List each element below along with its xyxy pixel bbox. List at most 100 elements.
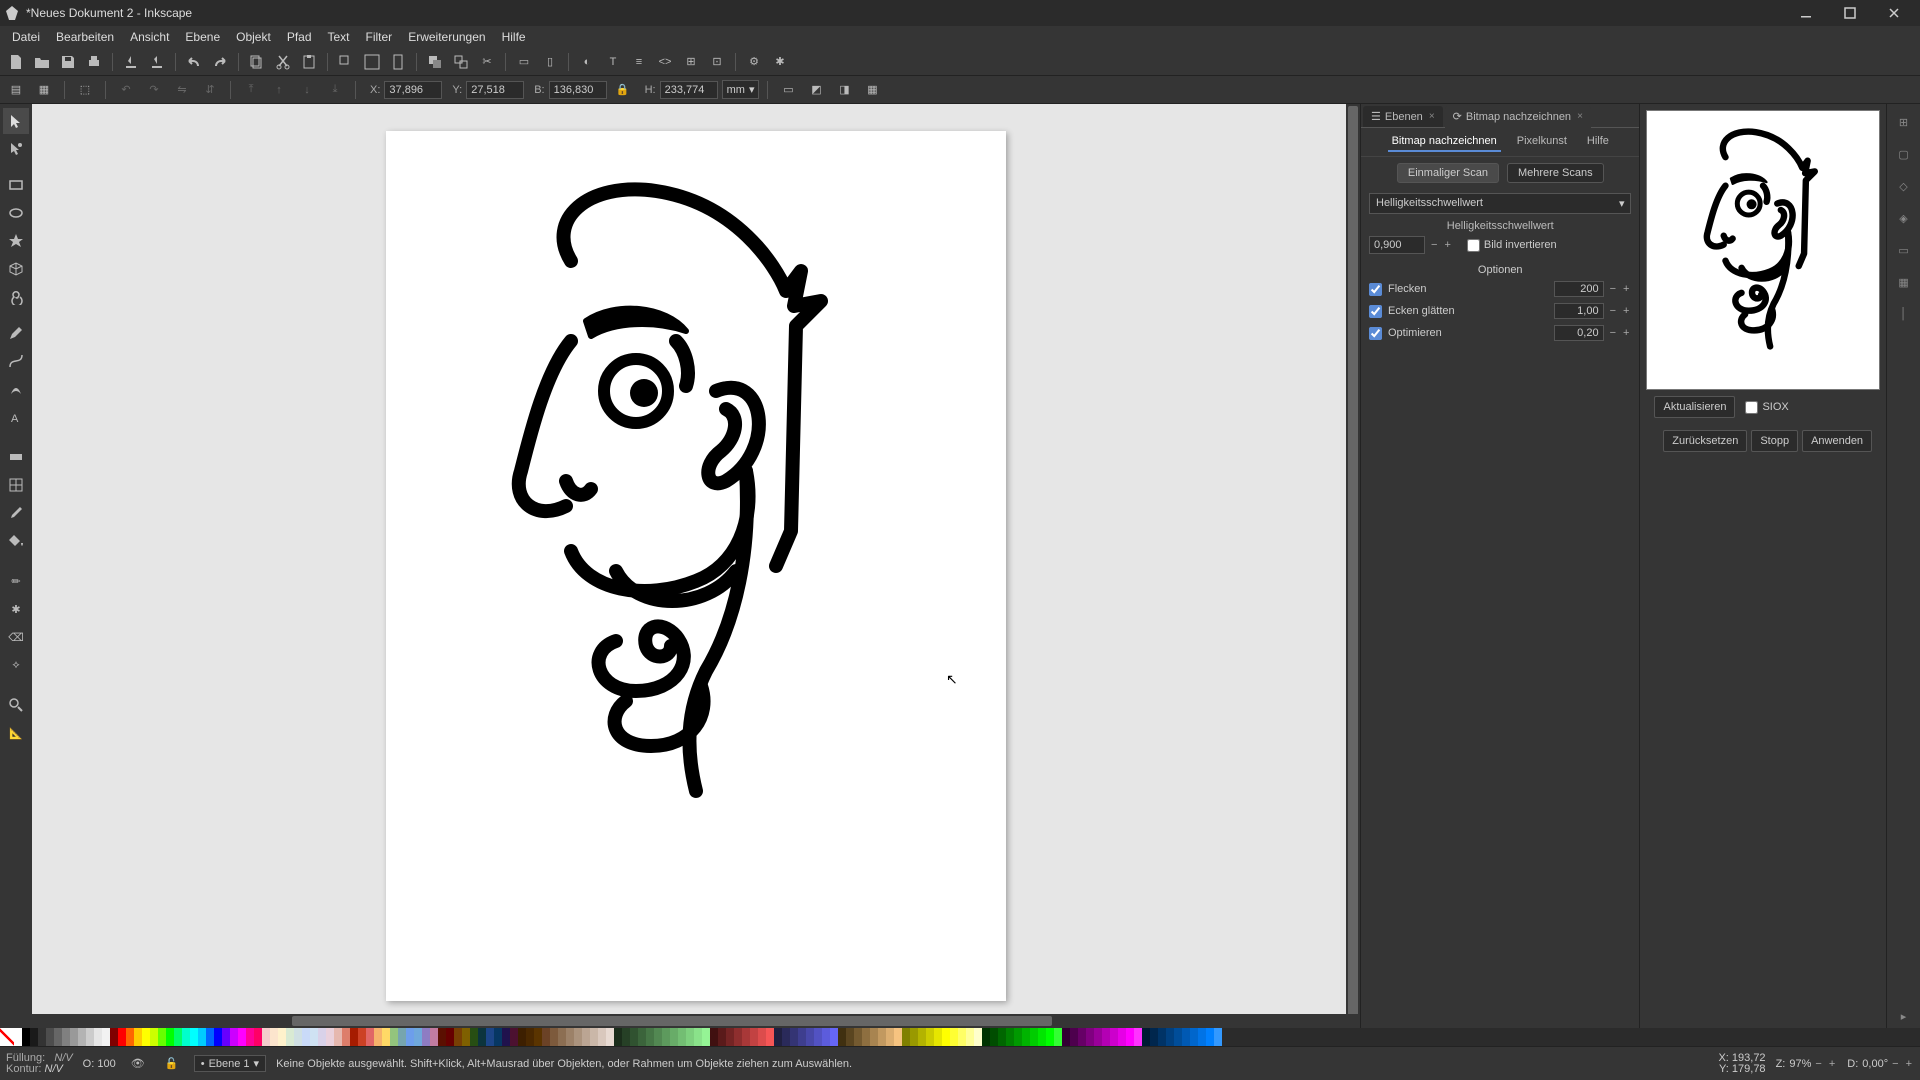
color-swatch[interactable]	[1070, 1028, 1078, 1046]
color-swatch[interactable]	[662, 1028, 670, 1046]
color-swatch[interactable]	[1062, 1028, 1070, 1046]
color-swatch[interactable]	[502, 1028, 510, 1046]
xml-editor-button[interactable]: <>	[653, 50, 677, 74]
spray-tool[interactable]: ✱	[3, 596, 29, 622]
tweak-tool[interactable]: ✏	[3, 568, 29, 594]
color-swatch[interactable]	[1030, 1028, 1038, 1046]
color-swatch[interactable]	[262, 1028, 270, 1046]
close-icon[interactable]: ×	[1577, 111, 1583, 122]
color-swatch[interactable]	[214, 1028, 222, 1046]
stop-button[interactable]: Stopp	[1751, 430, 1798, 452]
apply-button[interactable]: Anwenden	[1802, 430, 1872, 452]
color-swatch[interactable]	[894, 1028, 902, 1046]
color-swatch[interactable]	[118, 1028, 126, 1046]
3dbox-tool[interactable]	[3, 256, 29, 282]
color-swatch[interactable]	[158, 1028, 166, 1046]
color-swatch[interactable]	[1086, 1028, 1094, 1046]
color-swatch[interactable]	[822, 1028, 830, 1046]
color-swatch[interactable]	[150, 1028, 158, 1046]
color-swatch[interactable]	[1190, 1028, 1198, 1046]
color-swatch[interactable]	[1150, 1028, 1158, 1046]
snap-bbox-icon[interactable]: ▢	[1892, 142, 1916, 166]
color-swatch[interactable]	[1094, 1028, 1102, 1046]
color-swatch[interactable]	[342, 1028, 350, 1046]
color-swatch[interactable]	[710, 1028, 718, 1046]
color-swatch[interactable]	[1038, 1028, 1046, 1046]
color-swatch[interactable]	[78, 1028, 86, 1046]
color-swatch[interactable]	[254, 1028, 262, 1046]
color-swatch[interactable]	[1110, 1028, 1118, 1046]
multi-scan-button[interactable]: Mehrere Scans	[1507, 163, 1604, 183]
color-swatch[interactable]	[1214, 1028, 1222, 1046]
invert-checkbox-row[interactable]: Bild invertieren	[1467, 239, 1557, 252]
new-doc-button[interactable]	[4, 50, 28, 74]
color-swatch[interactable]	[678, 1028, 686, 1046]
maximize-button[interactable]	[1828, 0, 1872, 26]
spiral-tool[interactable]	[3, 284, 29, 310]
color-swatch[interactable]	[358, 1028, 366, 1046]
color-swatch[interactable]	[886, 1028, 894, 1046]
eraser-tool[interactable]: ⌫	[3, 624, 29, 650]
snap-toggle-icon[interactable]: ⊞	[1892, 110, 1916, 134]
color-swatch[interactable]	[222, 1028, 230, 1046]
speckles-input[interactable]	[1554, 281, 1604, 297]
flip-v-button[interactable]: ⇵	[198, 78, 222, 102]
color-swatch[interactable]	[806, 1028, 814, 1046]
color-swatch[interactable]	[126, 1028, 134, 1046]
color-swatch[interactable]	[182, 1028, 190, 1046]
color-swatch[interactable]	[406, 1028, 414, 1046]
color-palette[interactable]	[0, 1028, 1920, 1046]
color-swatch[interactable]	[1102, 1028, 1110, 1046]
color-swatch[interactable]	[622, 1028, 630, 1046]
color-swatch[interactable]	[526, 1028, 534, 1046]
select-all-layers-button[interactable]: ▤	[4, 78, 28, 102]
color-swatch[interactable]	[422, 1028, 430, 1046]
color-swatch[interactable]	[1198, 1028, 1206, 1046]
color-swatch[interactable]	[830, 1028, 838, 1046]
color-swatch[interactable]	[1158, 1028, 1166, 1046]
color-swatch[interactable]	[1046, 1028, 1054, 1046]
color-swatch[interactable]	[694, 1028, 702, 1046]
paste-button[interactable]	[297, 50, 321, 74]
color-swatch[interactable]	[1206, 1028, 1214, 1046]
color-swatch[interactable]	[766, 1028, 774, 1046]
node-tool[interactable]	[3, 136, 29, 162]
smooth-checkbox[interactable]	[1369, 305, 1382, 318]
zoom-drawing-button[interactable]	[360, 50, 384, 74]
lock-toggle-icon[interactable]: 🔓	[160, 1052, 184, 1076]
undo-button[interactable]	[182, 50, 206, 74]
ellipse-tool[interactable]	[3, 200, 29, 226]
color-swatch[interactable]	[814, 1028, 822, 1046]
tab-layers[interactable]: ☰ Ebenen×	[1363, 106, 1443, 127]
rotation-control[interactable]: D: 0,00° − +	[1847, 1058, 1914, 1070]
color-swatch[interactable]	[326, 1028, 334, 1046]
scale-stroke-button[interactable]: ▭	[776, 78, 800, 102]
color-swatch[interactable]	[966, 1028, 974, 1046]
color-swatch[interactable]	[478, 1028, 486, 1046]
siox-checkbox[interactable]	[1745, 401, 1758, 414]
color-swatch[interactable]	[38, 1028, 46, 1046]
zoom-page-button[interactable]	[386, 50, 410, 74]
color-swatch[interactable]	[30, 1028, 38, 1046]
subtab-help[interactable]: Hilfe	[1583, 132, 1613, 152]
snap-grid-icon[interactable]: ▦	[1892, 270, 1916, 294]
color-swatch[interactable]	[246, 1028, 254, 1046]
color-swatch[interactable]	[230, 1028, 238, 1046]
color-swatch[interactable]	[270, 1028, 278, 1046]
color-swatch[interactable]	[94, 1028, 102, 1046]
menu-filter[interactable]: Filter	[358, 28, 401, 46]
smooth-spinner[interactable]: − +	[1610, 305, 1632, 317]
color-swatch[interactable]	[998, 1028, 1006, 1046]
color-swatch[interactable]	[470, 1028, 478, 1046]
color-swatch[interactable]	[790, 1028, 798, 1046]
color-swatch[interactable]	[702, 1028, 710, 1046]
menu-ebene[interactable]: Ebene	[177, 28, 228, 46]
smooth-input[interactable]	[1554, 303, 1604, 319]
color-swatch[interactable]	[654, 1028, 662, 1046]
paintbucket-tool[interactable]	[3, 528, 29, 554]
color-swatch[interactable]	[414, 1028, 422, 1046]
color-swatch[interactable]	[854, 1028, 862, 1046]
color-swatch[interactable]	[14, 1028, 22, 1046]
menu-datei[interactable]: Datei	[4, 28, 48, 46]
color-swatch[interactable]	[510, 1028, 518, 1046]
